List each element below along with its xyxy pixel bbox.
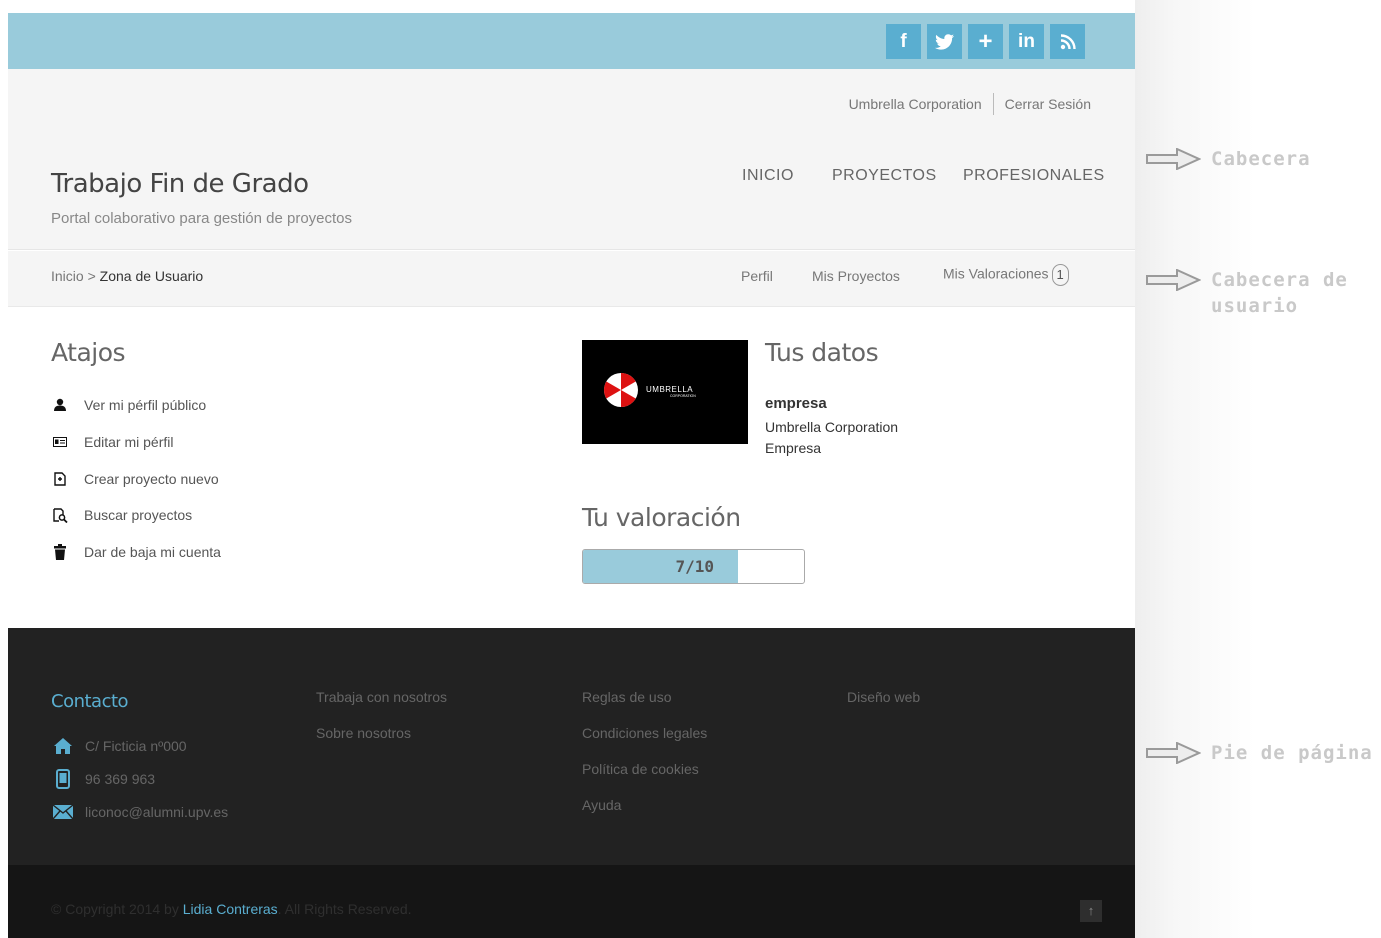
social-bar: f + in — [8, 13, 1135, 69]
mail-icon — [51, 801, 75, 823]
footer-link-help[interactable]: Ayuda — [582, 797, 621, 813]
annotation-strip: Cabecera Cabecera de usuario Pie de pági… — [1135, 0, 1381, 938]
arrow-icon — [1146, 148, 1201, 170]
company-link[interactable]: Umbrella Corporation — [849, 96, 982, 112]
annotation-header: Cabecera — [1145, 146, 1311, 172]
user-icon — [51, 397, 69, 413]
breadcrumb-current: Zona de Usuario — [99, 268, 204, 284]
linkedin-icon[interactable]: in — [1009, 24, 1044, 59]
contact-address: C/ Ficticia nº000 — [51, 735, 187, 757]
profile-type: Empresa — [765, 440, 822, 456]
annotation-label: Cabecera — [1211, 148, 1311, 170]
footer-link-rules[interactable]: Reglas de uso — [582, 689, 672, 705]
copyright-bar: © Copyright 2014 by Lidia Contreras. All… — [8, 865, 1135, 938]
contact-phone-text: 96 369 963 — [85, 771, 156, 787]
facebook-icon[interactable]: f — [886, 24, 921, 59]
annotation-label: Pie de página — [1211, 742, 1373, 764]
trash-icon — [51, 544, 69, 560]
twitter-icon[interactable] — [927, 24, 962, 59]
header: Umbrella Corporation Cerrar Sesión Traba… — [8, 69, 1135, 250]
nav-profesionales[interactable]: PROFESIONALES — [963, 167, 1105, 185]
shortcut-search-projects[interactable]: Buscar proyectos — [51, 507, 192, 523]
arrow-icon — [1146, 742, 1201, 764]
home-icon — [51, 735, 75, 757]
contact-address-text: C/ Ficticia nº000 — [85, 738, 187, 754]
main-content: Atajos Ver mi pérfil público Editar mi p… — [8, 308, 1135, 628]
rating-label: 7/10 — [675, 557, 714, 576]
footer-link-cookies[interactable]: Política de cookies — [582, 761, 699, 777]
logo-text: UMBRELLA — [646, 385, 693, 394]
shortcuts-title: Atajos — [51, 338, 126, 367]
rating-title: Tu valoración — [582, 503, 741, 532]
user-nav-perfil[interactable]: Perfil — [741, 268, 773, 284]
user-links: Umbrella Corporation Cerrar Sesión — [849, 93, 1091, 115]
logo-subtext: CORPORATION — [670, 394, 696, 398]
shortcut-label: Crear proyecto nuevo — [84, 471, 219, 487]
breadcrumb-home[interactable]: Inicio — [51, 268, 84, 284]
footer-link-web-design[interactable]: Diseño web — [847, 689, 920, 705]
id-card-icon — [51, 434, 69, 450]
contact-email-link[interactable]: liconoc@alumni.upv.es — [85, 804, 228, 820]
divider — [992, 93, 994, 115]
phone-icon — [51, 768, 75, 790]
copyright-suffix: . All Rights Reserved. — [277, 901, 412, 917]
shortcut-new-project[interactable]: Crear proyecto nuevo — [51, 471, 219, 487]
shortcut-label: Dar de baja mi cuenta — [84, 544, 221, 560]
copyright: © Copyright 2014 by Lidia Contreras. All… — [51, 901, 412, 917]
footer-link-about[interactable]: Sobre nosotros — [316, 725, 411, 741]
author-link[interactable]: Lidia Contreras — [183, 901, 278, 917]
google-plus-icon[interactable]: + — [968, 24, 1003, 59]
contact-phone: 96 369 963 — [51, 768, 155, 790]
user-nav-label: Mis Valoraciones — [943, 265, 1049, 282]
footer: Contacto C/ Ficticia nº000 96 369 963 li… — [8, 628, 1135, 865]
user-nav-mis-proyectos[interactable]: Mis Proyectos — [812, 268, 900, 284]
shortcut-label: Ver mi pérfil público — [84, 397, 207, 413]
company-logo: UMBRELLA CORPORATION — [582, 340, 748, 444]
nav-inicio[interactable]: INICIO — [742, 167, 794, 185]
breadcrumb: Inicio > Zona de Usuario — [51, 268, 203, 284]
breadcrumb-separator: > — [87, 268, 96, 284]
nav-proyectos[interactable]: PROYECTOS — [832, 167, 937, 185]
shortcut-edit-profile[interactable]: Editar mi pérfil — [51, 434, 173, 450]
shortcut-label: Editar mi pérfil — [84, 434, 174, 450]
user-nav-mis-valoraciones[interactable]: Mis Valoraciones 1 — [943, 264, 1069, 286]
rss-icon[interactable] — [1050, 24, 1085, 59]
annotation-user-header: Cabecera de usuario — [1145, 267, 1381, 319]
annotation-footer: Pie de página — [1145, 740, 1373, 766]
search-document-icon — [51, 507, 69, 523]
contact-title: Contacto — [51, 691, 129, 712]
website: f + in Umbrella Corporation Cerrar Sesió… — [8, 13, 1135, 938]
site-subtitle: Portal colaborativo para gestión de proy… — [51, 210, 353, 227]
back-to-top-button[interactable]: ↑ — [1080, 900, 1102, 922]
site-title[interactable]: Trabajo Fin de Grado — [51, 169, 309, 199]
profile-company: Umbrella Corporation — [765, 419, 899, 435]
new-file-icon — [51, 471, 69, 487]
logout-link[interactable]: Cerrar Sesión — [1005, 96, 1091, 112]
copyright-prefix: © Copyright 2014 by — [51, 901, 179, 917]
shortcut-label: Buscar proyectos — [84, 507, 193, 523]
shortcut-delete-account[interactable]: Dar de baja mi cuenta — [51, 544, 221, 560]
user-bar: Inicio > Zona de Usuario Perfil Mis Proy… — [8, 251, 1135, 307]
annotation-label: Cabecera de usuario — [1211, 269, 1348, 317]
arrow-icon — [1146, 269, 1201, 291]
profile-username: empresa — [765, 395, 827, 412]
footer-link-legal[interactable]: Condiciones legales — [582, 725, 707, 741]
rating-bar: 7/10 — [582, 549, 805, 584]
footer-link-work[interactable]: Trabaja con nosotros — [316, 689, 447, 705]
shortcut-view-profile[interactable]: Ver mi pérfil público — [51, 397, 206, 413]
contact-email: liconoc@alumni.upv.es — [51, 801, 228, 823]
screenshot: Cabecera Cabecera de usuario Pie de pági… — [0, 0, 1381, 938]
ratings-count-badge: 1 — [1051, 264, 1069, 286]
profile-title: Tus datos — [765, 338, 879, 367]
